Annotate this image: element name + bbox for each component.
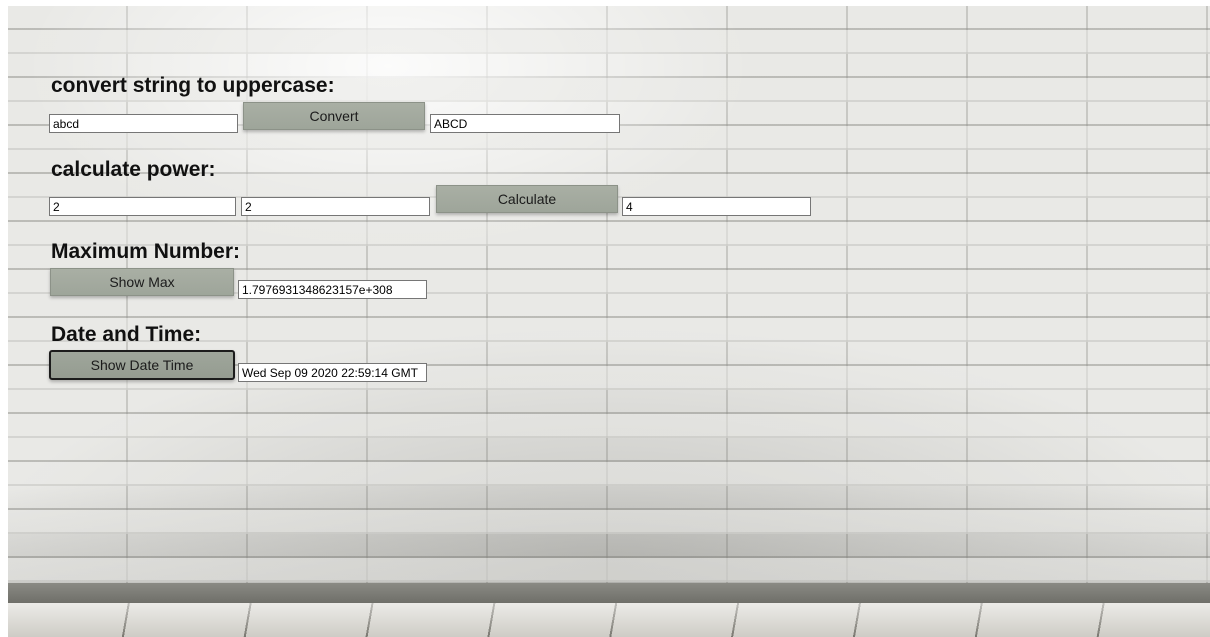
- convert-button[interactable]: Convert: [243, 102, 425, 130]
- max-number-section-title: Maximum Number:: [51, 240, 241, 263]
- date-time-output-field[interactable]: [238, 363, 427, 382]
- show-date-time-button[interactable]: Show Date Time: [49, 350, 235, 380]
- page: convert string to uppercase: Convert cal…: [0, 0, 1210, 637]
- show-max-button[interactable]: Show Max: [50, 268, 234, 296]
- power-exponent-input[interactable]: [241, 197, 430, 216]
- calculate-button[interactable]: Calculate: [436, 185, 618, 213]
- power-output-field[interactable]: [622, 197, 811, 216]
- uppercase-input-field[interactable]: [49, 114, 238, 133]
- power-base-input[interactable]: [49, 197, 236, 216]
- date-time-section-title: Date and Time:: [51, 323, 202, 346]
- max-number-output-field[interactable]: [238, 280, 427, 299]
- power-section-title: calculate power:: [51, 158, 216, 181]
- main-content: convert string to uppercase: Convert cal…: [0, 0, 1210, 637]
- uppercase-section-title: convert string to uppercase:: [51, 74, 335, 97]
- uppercase-output-field[interactable]: [430, 114, 620, 133]
